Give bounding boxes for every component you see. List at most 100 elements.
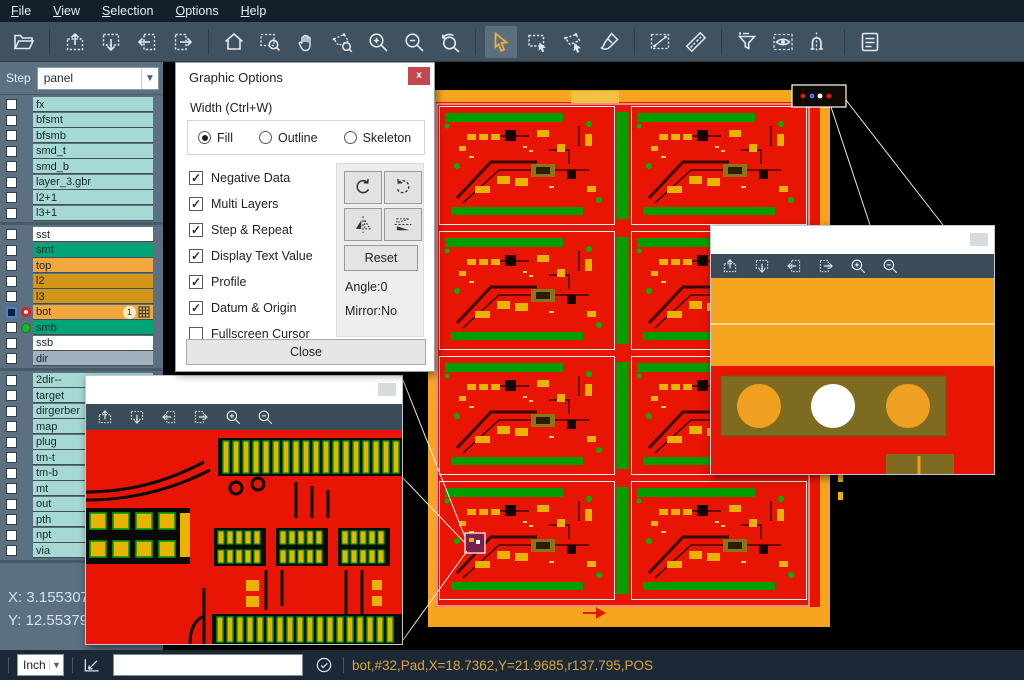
rotate-cw-icon[interactable] <box>344 171 382 204</box>
angle-snap-icon[interactable] <box>81 654 103 676</box>
layer-label[interactable]: l2 <box>33 274 153 289</box>
zoom-out-icon[interactable] <box>879 255 901 277</box>
layer-visibility-checkbox[interactable] <box>6 291 17 302</box>
checked-checkbox[interactable]: ✓ <box>189 171 203 185</box>
home-icon[interactable] <box>218 26 250 58</box>
grid-icon[interactable] <box>138 306 150 318</box>
zoom-source-bottom-left[interactable] <box>465 533 485 553</box>
layer-row-l2+1[interactable]: l2+1 <box>0 190 163 206</box>
select-cursor-icon[interactable] <box>485 26 517 58</box>
layer-visibility-checkbox[interactable] <box>6 146 17 157</box>
checked-checkbox[interactable]: ✓ <box>189 301 203 315</box>
layer-label[interactable]: sst <box>33 227 153 242</box>
layer-row-l2[interactable]: l2 <box>0 274 163 290</box>
checkbox-datum-origin[interactable]: ✓Datum & Origin <box>189 295 313 321</box>
layer-visibility-checkbox[interactable] <box>6 483 17 494</box>
menu-view[interactable]: View <box>42 0 91 22</box>
layer-label[interactable]: l3+1 <box>33 206 153 221</box>
layer-label[interactable]: dir <box>33 351 153 366</box>
checked-checkbox[interactable]: ✓ <box>189 249 203 263</box>
layer-visibility-checkbox[interactable] <box>6 177 17 188</box>
layer-row-ssb[interactable]: ssb <box>0 336 163 352</box>
layer-visibility-checkbox[interactable] <box>6 452 17 463</box>
layer-row-smt[interactable]: smt <box>0 243 163 259</box>
layer-visibility-checkbox[interactable] <box>6 375 17 386</box>
step-select[interactable]: panel ▼ <box>37 67 159 90</box>
measure-distance-icon[interactable] <box>644 26 676 58</box>
layer-label[interactable]: fx <box>33 97 153 112</box>
layer-row-top[interactable]: top <box>0 258 163 274</box>
unroute-icon[interactable] <box>803 26 835 58</box>
pan-down-icon[interactable] <box>751 255 773 277</box>
zoom-in-icon[interactable] <box>847 255 869 277</box>
pan-left-icon[interactable] <box>783 255 805 277</box>
clean-brush-icon[interactable] <box>593 26 625 58</box>
layer-row-l3[interactable]: l3 <box>0 289 163 305</box>
checked-checkbox[interactable]: ✓ <box>189 223 203 237</box>
zoom-out-icon[interactable] <box>254 406 276 428</box>
layer-row-fx[interactable]: fx <box>0 97 163 113</box>
zoom-object-icon[interactable] <box>326 26 358 58</box>
layer-label[interactable]: smb <box>33 320 153 335</box>
layer-row-smd_b[interactable]: smd_b <box>0 159 163 175</box>
layer-visibility-checkbox[interactable] <box>6 192 17 203</box>
magnifier-left-titlebar[interactable] <box>86 376 402 404</box>
mirror-horizontal-icon[interactable] <box>344 208 382 241</box>
radio-dot[interactable] <box>259 131 272 144</box>
layer-visibility-checkbox[interactable] <box>6 353 17 364</box>
reset-button[interactable]: Reset <box>344 245 418 271</box>
pan-left-icon[interactable] <box>158 406 180 428</box>
menu-selection[interactable]: Selection <box>91 0 164 22</box>
window-button-icon[interactable] <box>970 233 988 246</box>
rotate-ccw-icon[interactable] <box>384 171 422 204</box>
checkbox-display-text-value[interactable]: ✓Display Text Value <box>189 243 313 269</box>
zoom-window-icon[interactable] <box>254 26 286 58</box>
layer-row-bfsmb[interactable]: bfsmb <box>0 128 163 144</box>
layer-visibility-checkbox[interactable] <box>6 276 17 287</box>
layer-row-smd_t[interactable]: smd_t <box>0 144 163 160</box>
layer-visibility-checkbox[interactable] <box>6 530 17 541</box>
pan-left-icon[interactable] <box>131 26 163 58</box>
ruler-icon[interactable] <box>680 26 712 58</box>
report-icon[interactable] <box>854 26 886 58</box>
layer-visibility-checkbox[interactable] <box>6 245 17 256</box>
layer-row-sst[interactable]: sst <box>0 227 163 243</box>
zoom-in-icon[interactable] <box>362 26 394 58</box>
layer-label[interactable]: top <box>33 258 153 273</box>
open-folder-icon[interactable] <box>8 26 40 58</box>
menu-help[interactable]: Help <box>230 0 278 22</box>
radio-skeleton[interactable]: Skeleton <box>344 131 412 145</box>
layer-label[interactable]: smt <box>33 243 153 258</box>
mirror-vertical-icon[interactable] <box>384 208 422 241</box>
layer-visibility-checkbox[interactable] <box>6 161 17 172</box>
layer-visibility-checkbox[interactable] <box>6 130 17 141</box>
zoom-source-top-right[interactable] <box>792 85 846 107</box>
select-rect-icon[interactable] <box>521 26 553 58</box>
layer-visibility-checkbox[interactable] <box>6 406 17 417</box>
layer-row-l3+1[interactable]: l3+1 <box>0 206 163 222</box>
layer-visibility-checkbox[interactable] <box>6 545 17 556</box>
radio-dot[interactable] <box>344 131 357 144</box>
menu-file[interactable]: File <box>0 0 42 22</box>
zoom-out-icon[interactable] <box>398 26 430 58</box>
layer-label[interactable]: smd_t <box>33 144 153 159</box>
pan-right-icon[interactable] <box>190 406 212 428</box>
layer-visibility-checkbox[interactable] <box>6 115 17 126</box>
layer-row-bfsmt[interactable]: bfsmt <box>0 113 163 129</box>
window-button-icon[interactable] <box>378 383 396 396</box>
layer-row-bot[interactable]: bot1 <box>0 305 163 321</box>
layer-row-dir[interactable]: dir <box>0 351 163 367</box>
checked-checkbox[interactable]: ✓ <box>189 197 203 211</box>
sync-icon[interactable] <box>313 654 335 676</box>
select-poly-icon[interactable] <box>557 26 589 58</box>
dialog-close-button[interactable]: Close <box>186 339 426 365</box>
layer-label[interactable]: smd_b <box>33 159 153 174</box>
checkbox-negative-data[interactable]: ✓Negative Data <box>189 165 313 191</box>
zoom-previous-icon[interactable] <box>434 26 466 58</box>
pan-hand-icon[interactable] <box>290 26 322 58</box>
layer-label[interactable]: bfsmb <box>33 128 153 143</box>
layer-row-layer_3.gbr[interactable]: layer_3.gbr <box>0 175 163 191</box>
layer-visibility-checkbox[interactable] <box>6 99 17 110</box>
view-area-icon[interactable] <box>767 26 799 58</box>
layer-visibility-checkbox[interactable] <box>6 260 17 271</box>
